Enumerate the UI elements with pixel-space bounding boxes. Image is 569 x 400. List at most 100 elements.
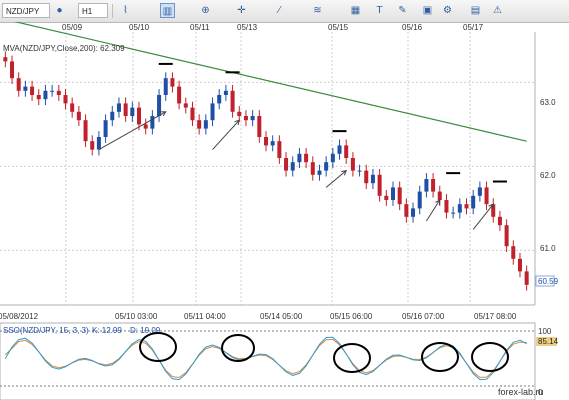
grid-lines: [0, 32, 535, 305]
candle-body: [3, 57, 8, 62]
settings-icon[interactable]: ⚙: [440, 3, 455, 18]
price-tick: 63.0: [540, 98, 556, 107]
candle-body: [477, 187, 482, 196]
price-tick: 61.0: [540, 244, 556, 253]
stoch-level-value: 85.14: [538, 337, 559, 346]
candle-body: [437, 191, 442, 200]
candle-body: [36, 95, 41, 100]
candle-body: [364, 170, 369, 184]
candle-body: [370, 174, 375, 184]
candle-body: [190, 107, 195, 121]
candle-body: [43, 90, 48, 100]
candle-body: [110, 111, 115, 121]
candle-body: [497, 216, 502, 226]
candle-body: [484, 187, 489, 205]
price-axis: 63.0 62.0 61.0 60.59: [534, 32, 559, 305]
trend-arrow: [472, 203, 494, 230]
candle-body: [83, 120, 88, 142]
stoch-label: SSO(NZD/JPY, 15, 3, 3): [3, 326, 89, 335]
candle-body: [203, 120, 208, 129]
indicator-icon[interactable]: ≋: [310, 3, 325, 18]
time-tick: 05/10 03:00: [115, 312, 158, 321]
candle-body: [223, 90, 228, 95]
symbol-value: NZD/JPY: [6, 7, 40, 16]
candle-body: [150, 116, 155, 129]
candle-body: [411, 208, 416, 217]
candle-body: [317, 170, 322, 175]
time-tick: 05/14 05:00: [260, 312, 303, 321]
chart-area[interactable]: MVA(NZD/JPY,Close,200): 62.309 05/09 05/…: [0, 22, 569, 400]
candle-body: [390, 187, 395, 200]
candle-body: [297, 153, 302, 163]
candle-body: [337, 145, 342, 154]
toolbar-divider: [112, 4, 113, 18]
candle-body: [137, 107, 142, 125]
candle-body: [23, 86, 28, 91]
candle-body: [90, 141, 95, 150]
line-chart-icon[interactable]: ⌇: [118, 3, 133, 18]
top-date-tick: 05/11: [190, 23, 210, 32]
candle-body: [511, 246, 516, 259]
candle-body: [277, 141, 282, 158]
candle-body: [457, 204, 462, 213]
top-date-tick: 05/10: [129, 23, 150, 32]
candle-body: [330, 153, 335, 163]
candle-body: [350, 158, 355, 171]
zoom-icon[interactable]: ⊕: [198, 3, 213, 18]
top-date-axis: 05/09 05/10 05/11 05/13 05/15 05/16 05/1…: [62, 23, 484, 32]
stochastic-panel: SSO(NZD/JPY, 15, 3, 3) K: 12.99 D: 19.09…: [0, 322, 559, 400]
candle-body: [324, 162, 329, 171]
stoch-scale-top: 100: [538, 327, 552, 336]
symbol-select[interactable]: NZD/JPY: [2, 3, 50, 18]
candle-body: [524, 271, 529, 285]
draw-icon[interactable]: ⁄: [272, 3, 287, 18]
grid-icon[interactable]: ▦: [348, 3, 363, 18]
text-icon[interactable]: T: [372, 3, 387, 18]
trend-arrow: [425, 199, 441, 222]
candle-body: [257, 116, 262, 137]
alert-icon[interactable]: ⚠: [490, 3, 505, 18]
candle-body: [377, 174, 382, 196]
candle-body: [123, 103, 128, 116]
interval-select[interactable]: H1: [78, 3, 108, 18]
screenshot-icon[interactable]: ▣: [420, 3, 435, 18]
candle-body: [157, 95, 162, 116]
candle-body: [290, 162, 295, 171]
status-dot-icon[interactable]: ●: [52, 3, 67, 18]
top-date-tick: 05/16: [402, 23, 423, 32]
candle-body: [130, 107, 135, 116]
candle-body: [50, 90, 55, 92]
moving-average-line: [13, 22, 527, 142]
price-tick: 62.0: [540, 171, 556, 180]
candle-body: [270, 141, 275, 146]
candle-body: [304, 153, 309, 163]
candle-body: [424, 179, 429, 192]
candle-body: [444, 200, 449, 213]
candle-body: [177, 86, 182, 104]
candle-chart-icon[interactable]: ▥: [160, 3, 175, 18]
trend-arrow: [212, 119, 240, 150]
ruler-icon[interactable]: ✎: [395, 3, 410, 18]
candles-layer: [3, 51, 529, 291]
candle-body: [210, 103, 215, 121]
crosshair-icon[interactable]: ✛: [234, 3, 249, 18]
top-date-tick: 05/09: [62, 23, 83, 32]
candle-body: [163, 78, 168, 95]
candle-body: [431, 179, 436, 192]
candle-body: [170, 78, 175, 87]
candle-body: [471, 195, 476, 209]
watermark: forex-lab.ru: [498, 387, 544, 397]
candle-body: [76, 111, 81, 121]
top-date-tick: 05/17: [463, 23, 484, 32]
candle-body: [143, 124, 148, 129]
candle-body: [404, 204, 409, 217]
top-date-tick: 05/15: [328, 23, 349, 32]
candle-body: [183, 103, 188, 108]
calendar-icon[interactable]: ▤: [468, 3, 483, 18]
bottom-time-axis: 05/08/2012 05/10 03:00 05/11 04:00 05/14…: [0, 304, 535, 321]
candle-body: [70, 103, 75, 112]
candle-body: [30, 86, 35, 95]
stoch-k-value: K: 12.99: [92, 326, 122, 335]
candle-body: [263, 137, 269, 146]
candle-body: [250, 116, 255, 121]
